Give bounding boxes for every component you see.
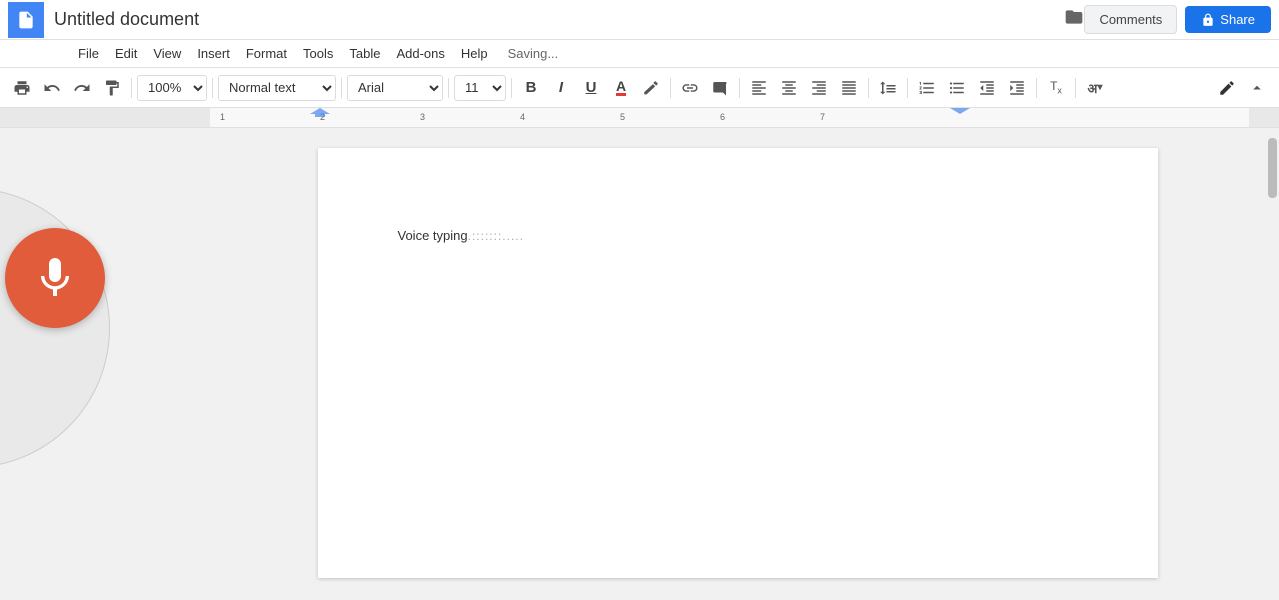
menu-bar: File Edit View Insert Format Tools Table…: [0, 40, 1279, 68]
align-left-button[interactable]: [745, 74, 773, 102]
main-area: Voice typing .:::::::.....: [0, 128, 1279, 600]
italic-button[interactable]: I: [547, 74, 575, 102]
title-bar: Untitled document Comments Share: [0, 0, 1279, 40]
collapse-toolbar-button[interactable]: [1243, 74, 1271, 102]
divider-8: [868, 78, 869, 98]
decrease-indent-button[interactable]: [973, 74, 1001, 102]
zoom-select[interactable]: 100% 75% 125%: [137, 75, 207, 101]
font-select[interactable]: Arial Times New Roman Verdana: [347, 75, 443, 101]
app-icon: [8, 2, 44, 38]
microphone-button[interactable]: [5, 228, 105, 328]
document-content[interactable]: Voice typing .:::::::.....: [398, 228, 1078, 243]
menu-insert[interactable]: Insert: [189, 42, 238, 65]
svg-text:7: 7: [820, 112, 825, 122]
divider-6: [670, 78, 671, 98]
divider-7: [739, 78, 740, 98]
document-title[interactable]: Untitled document: [54, 9, 1058, 30]
link-button[interactable]: [676, 74, 704, 102]
divider-2: [212, 78, 213, 98]
voice-panel: [0, 128, 210, 600]
svg-text:5: 5: [620, 112, 625, 122]
divider-11: [1075, 78, 1076, 98]
unordered-list-button[interactable]: [943, 74, 971, 102]
font-size-select[interactable]: 11 8 10 12 14: [454, 75, 506, 101]
svg-text:4: 4: [520, 112, 525, 122]
share-button[interactable]: Share: [1185, 6, 1271, 33]
divider-3: [341, 78, 342, 98]
text-color-button[interactable]: A: [607, 74, 635, 102]
voice-typing-text: Voice typing: [398, 228, 468, 243]
bold-button[interactable]: B: [517, 74, 545, 102]
comments-button[interactable]: Comments: [1084, 5, 1177, 34]
menu-format[interactable]: Format: [238, 42, 295, 65]
redo-button[interactable]: [68, 74, 96, 102]
menu-help[interactable]: Help: [453, 42, 496, 65]
ruler-right-margin: [1249, 108, 1279, 127]
document-page[interactable]: Voice typing .:::::::.....: [318, 148, 1158, 578]
ordered-list-button[interactable]: [913, 74, 941, 102]
divider-1: [131, 78, 132, 98]
menu-edit[interactable]: Edit: [107, 42, 145, 65]
svg-text:1: 1: [220, 112, 225, 122]
drawing-button[interactable]: [1213, 74, 1241, 102]
menu-addons[interactable]: Add-ons: [388, 42, 452, 65]
toolbar: 100% 75% 125% Normal text Heading 1 Head…: [0, 68, 1279, 108]
comment-button[interactable]: [706, 74, 734, 102]
paint-format-button[interactable]: [98, 74, 126, 102]
saving-status: Saving...: [508, 46, 559, 61]
divider-10: [1036, 78, 1037, 98]
print-button[interactable]: [8, 74, 36, 102]
highlight-button[interactable]: [637, 74, 665, 102]
clear-formatting-button[interactable]: Tx: [1042, 74, 1070, 102]
scrollbar-thumb[interactable]: [1268, 138, 1277, 198]
ruler-content: 1 2 3 4 5 6 7: [210, 108, 1249, 127]
share-label: Share: [1220, 12, 1255, 27]
menu-view[interactable]: View: [145, 42, 189, 65]
svg-text:6: 6: [720, 112, 725, 122]
scrollbar[interactable]: [1265, 128, 1279, 600]
document-area[interactable]: Voice typing .:::::::.....: [210, 128, 1265, 600]
style-select[interactable]: Normal text Heading 1 Heading 2: [218, 75, 336, 101]
special-chars-button[interactable]: अ ▾: [1081, 74, 1109, 102]
undo-button[interactable]: [38, 74, 66, 102]
menu-file[interactable]: File: [70, 42, 107, 65]
justify-button[interactable]: [835, 74, 863, 102]
ruler: 1 2 3 4 5 6 7: [0, 108, 1279, 128]
align-center-button[interactable]: [775, 74, 803, 102]
underline-button[interactable]: U: [577, 74, 605, 102]
menu-tools[interactable]: Tools: [295, 42, 341, 65]
increase-indent-button[interactable]: [1003, 74, 1031, 102]
lock-icon: [1201, 13, 1215, 27]
divider-9: [907, 78, 908, 98]
menu-table[interactable]: Table: [341, 42, 388, 65]
line-spacing-button[interactable]: [874, 74, 902, 102]
mic-icon: [31, 254, 79, 302]
svg-text:3: 3: [420, 112, 425, 122]
ruler-left-margin: [0, 108, 210, 127]
divider-4: [448, 78, 449, 98]
divider-5: [511, 78, 512, 98]
align-right-button[interactable]: [805, 74, 833, 102]
folder-icon[interactable]: [1064, 7, 1084, 32]
voice-cursor-indicator: .:::::::.....: [468, 229, 524, 243]
header-actions: Comments Share: [1084, 5, 1271, 34]
